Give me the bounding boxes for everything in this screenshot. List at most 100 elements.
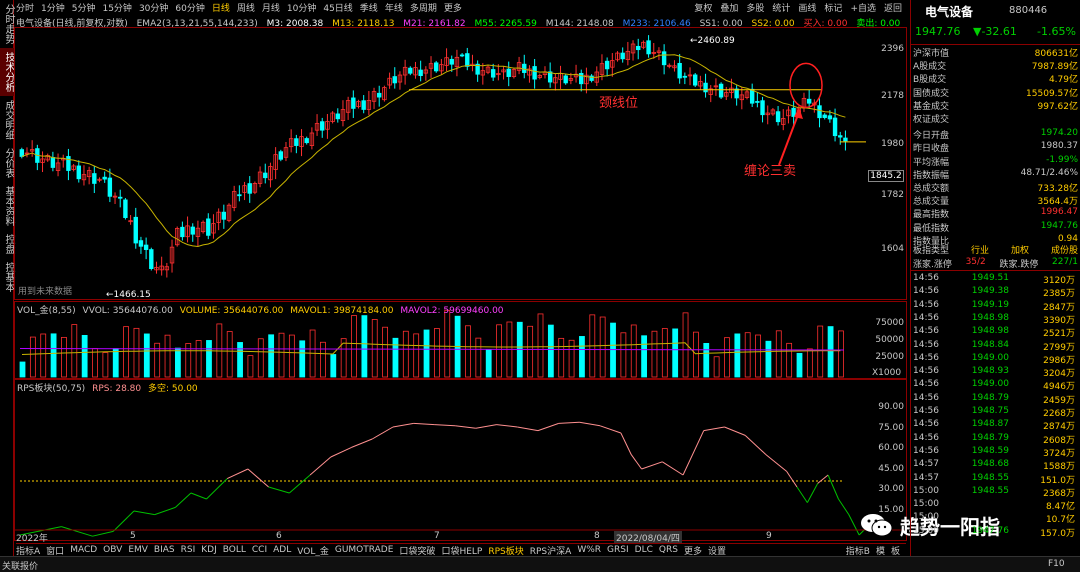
bottom-right-1[interactable]: 模	[876, 544, 885, 557]
vtab-6[interactable]: 控基本	[0, 258, 14, 296]
period-14[interactable]: 更多	[444, 1, 462, 14]
indicator-tab-19[interactable]: DLC	[635, 545, 653, 555]
period-1[interactable]: 1分钟	[41, 1, 65, 14]
volume-bar	[81, 334, 88, 378]
indicator-tab-14[interactable]: 口袋HELP	[441, 544, 482, 557]
field-row: A股成交 7987.89亿	[913, 59, 1078, 72]
toolbar-btn-5[interactable]: 标记	[824, 1, 842, 14]
indicator-tab-13[interactable]: 口袋突破	[399, 544, 435, 557]
rps-segment	[579, 421, 601, 427]
vtab-5[interactable]: 控盘	[0, 230, 14, 258]
candle-body	[749, 88, 755, 104]
candle-body	[247, 183, 252, 194]
indicator-tab-9[interactable]: CCI	[252, 545, 267, 555]
candle-body	[433, 62, 439, 72]
indicator-tab-3[interactable]: OBV	[103, 545, 122, 555]
tick-time: 14:56	[913, 299, 939, 310]
volume-bar	[744, 332, 751, 378]
rps-segment	[630, 454, 643, 470]
toolbar-btn-7[interactable]: 返回	[884, 1, 902, 14]
period-0[interactable]: 分时	[16, 1, 34, 14]
price-tick: 1782	[881, 190, 904, 200]
rps-segment	[537, 422, 559, 432]
period-13[interactable]: 多周期	[410, 1, 437, 14]
indicator-tab-1[interactable]: 窗口	[46, 544, 64, 557]
tick-price: 1949.51	[971, 273, 1009, 283]
board-type-hy[interactable]: 行业	[971, 243, 989, 256]
period-10[interactable]: 45日线	[323, 1, 352, 14]
toolbar-btn-1[interactable]: 叠加	[720, 1, 738, 14]
status-left[interactable]: 关联报价	[2, 559, 38, 572]
tick-volume: 1588万	[1043, 462, 1075, 473]
volume-bar	[703, 343, 710, 378]
tick-price: 1948.59	[971, 445, 1009, 456]
period-12[interactable]: 年线	[385, 1, 403, 14]
up-value: 35/2	[965, 257, 986, 267]
indicator-tab-8[interactable]: BOLL	[223, 545, 246, 555]
indicator-tab-4[interactable]: EMV	[128, 545, 148, 555]
indicator-tab-12[interactable]: GUMOTRADE	[335, 545, 394, 555]
volume-bar	[112, 348, 119, 378]
toolbar-btn-4[interactable]: 画线	[798, 1, 816, 14]
vtab-4[interactable]: 基本资料	[0, 182, 14, 230]
toolbar-btn-0[interactable]: 复权	[694, 1, 712, 14]
tick-volume: 2986万	[1043, 355, 1075, 366]
toolbar-btn-3[interactable]: 统计	[772, 1, 790, 14]
candle-body	[149, 249, 154, 269]
volume-bar	[423, 329, 430, 378]
field-row: 总成交量 3564.4万	[913, 194, 1078, 207]
indicator-tab-10[interactable]: ADL	[273, 545, 291, 555]
volume-info: VOL_金(8,55) VVOL: 35644076.00 VOLUME: 35…	[17, 303, 504, 316]
period-3[interactable]: 15分钟	[102, 1, 131, 14]
tick-price: 1948.55	[971, 472, 1009, 483]
indicator-tab-17[interactable]: W%R	[577, 545, 601, 555]
vtab-3[interactable]: 分价表	[0, 144, 14, 182]
bottom-right-2[interactable]: 板	[891, 544, 900, 557]
period-7[interactable]: 周线	[237, 1, 255, 14]
toolbar-btn-2[interactable]: 多股	[746, 1, 764, 14]
volume-bar	[237, 342, 243, 378]
bottom-right-0[interactable]: 指标B	[846, 544, 870, 557]
period-6[interactable]: 日线	[212, 1, 230, 14]
tick-time: 14:56	[913, 352, 939, 363]
indicator-tab-6[interactable]: RSI	[181, 545, 196, 555]
indicator-tab-15[interactable]: RPS板块	[488, 544, 523, 557]
indicator-tab-11[interactable]: VOL_金	[297, 544, 329, 557]
board-type-jq[interactable]: 加权	[1011, 243, 1029, 256]
indicator-tab-21[interactable]: 更多	[684, 544, 702, 557]
tick-row: 14:56 1949.38 2385万	[913, 286, 1079, 299]
chart-svg[interactable]: 颈线位缠论三卖 ←2460.89 ←1466.15	[14, 27, 907, 543]
tick-time: 15:00	[913, 512, 939, 523]
volume-bar	[568, 339, 575, 378]
period-8[interactable]: 月线	[262, 1, 280, 14]
period-9[interactable]: 10分钟	[287, 1, 316, 14]
status-right[interactable]: F10	[1048, 559, 1065, 569]
board-type-cfg[interactable]: 成份股	[1051, 243, 1078, 256]
tick-volume: 3390万	[1043, 315, 1075, 326]
candle-body	[755, 101, 760, 103]
field-row: 今日开盘 1974.20	[913, 128, 1078, 141]
tick-time: 14:56	[913, 419, 939, 430]
indicator-tab-18[interactable]: GRSI	[607, 545, 629, 555]
period-5[interactable]: 60分钟	[175, 1, 204, 14]
indicator-tab-0[interactable]: 指标A	[16, 544, 40, 557]
field-label: 沪深市值	[913, 49, 950, 59]
candle-body	[263, 172, 268, 179]
indicator-tab-5[interactable]: BIAS	[154, 545, 175, 555]
indicator-tab-7[interactable]: KDJ	[201, 545, 217, 555]
vtab-2[interactable]: 成交明细	[0, 96, 14, 144]
vtab-0[interactable]: 分时走势	[0, 0, 14, 48]
indicator-tab-20[interactable]: QRS	[659, 545, 678, 555]
volume-bar	[724, 337, 730, 378]
indicator-tab-2[interactable]: MACD	[70, 545, 97, 555]
indicator-tab-22[interactable]: 设置	[708, 544, 726, 557]
period-4[interactable]: 30分钟	[139, 1, 168, 14]
candle-body	[563, 75, 568, 84]
toolbar-btn-6[interactable]: +自选	[850, 1, 876, 14]
period-11[interactable]: 季线	[360, 1, 378, 14]
volume-bar	[413, 333, 420, 378]
candle-body	[190, 226, 195, 235]
indicator-tab-16[interactable]: RPS沪深A	[530, 544, 572, 557]
period-2[interactable]: 5分钟	[72, 1, 96, 14]
vtab-1[interactable]: 技术分析	[0, 48, 14, 96]
